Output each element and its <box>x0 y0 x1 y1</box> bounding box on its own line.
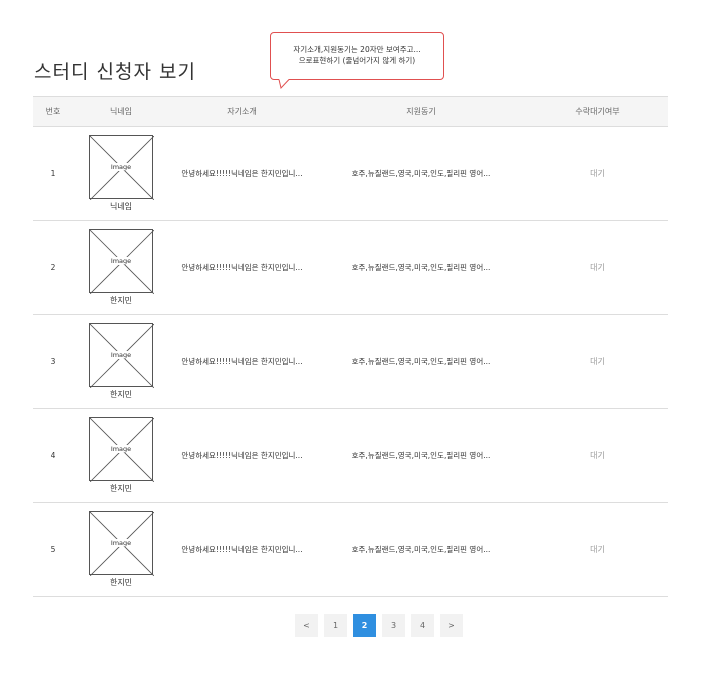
pagination: < 1 2 3 4 > <box>295 614 463 637</box>
motive-cell: 호주,뉴질랜드,영국,미국,인도,필리핀 영어... <box>351 263 491 272</box>
page-button-2[interactable]: 2 <box>353 614 376 637</box>
status-cell: 대기 <box>527 315 668 409</box>
status-badge: 대기 <box>590 451 605 460</box>
status-cell: 대기 <box>527 127 668 221</box>
table-row[interactable]: 1 Image 닉네임 안녕하세요!!!!!닉네임은 한지민입니... 호주,뉴질랜드,… <box>33 127 668 221</box>
profile-image-placeholder: Image <box>89 229 154 294</box>
row-number: 5 <box>50 545 56 554</box>
row-number: 1 <box>50 169 56 178</box>
profile-image-placeholder: Image <box>89 323 154 388</box>
nickname-text: 한지민 <box>109 578 133 587</box>
nickname-text: 한지민 <box>109 484 133 493</box>
status-badge: 대기 <box>590 357 605 366</box>
table-header-row: 번호 닉네임 자기소개 지원동기 수락대기여부 <box>33 96 668 127</box>
status-cell: 대기 <box>527 221 668 315</box>
page-button-4[interactable]: 4 <box>411 614 434 637</box>
intro-cell: 안녕하세요!!!!!닉네임은 한지민입니... <box>181 169 303 178</box>
nickname-cell: Image 닉네임 <box>73 127 169 221</box>
image-placeholder-label: Image <box>106 163 136 171</box>
intro-cell: 안녕하세요!!!!!닉네임은 한지민입니... <box>181 357 303 366</box>
nickname-cell: Image 한지민 <box>73 503 169 597</box>
table-row[interactable]: 5 Image 한지민 안녕하세요!!!!!닉네임은 한지민입니... 호주,뉴질랜드,… <box>33 503 668 597</box>
intro-cell: 안녕하세요!!!!!닉네임은 한지민입니... <box>181 263 303 272</box>
motive-cell: 호주,뉴질랜드,영국,미국,인도,필리핀 영어... <box>351 357 491 366</box>
nickname-text: 닉네임 <box>109 202 133 211</box>
page-title: 스터디 신청자 보기 <box>34 61 196 83</box>
page-prev-button[interactable]: < <box>295 614 318 637</box>
image-placeholder-label: Image <box>106 257 136 265</box>
header-no: 번호 <box>33 96 73 127</box>
status-badge: 대기 <box>590 263 605 272</box>
callout-tail <box>278 79 290 89</box>
annotation-callout: 자기소개,지원동기는 20자만 보여주고... 으로표현하기 (줄넘어가지 않게… <box>270 32 444 89</box>
status-badge: 대기 <box>590 545 605 554</box>
page-next-button[interactable]: > <box>440 614 463 637</box>
image-placeholder-label: Image <box>106 351 136 359</box>
profile-image-placeholder: Image <box>89 511 154 576</box>
nickname-cell: Image 한지민 <box>73 315 169 409</box>
motive-cell: 호주,뉴질랜드,영국,미국,인도,필리핀 영어... <box>351 451 491 460</box>
profile-image-placeholder: Image <box>89 417 154 482</box>
table-row[interactable]: 3 Image 한지민 안녕하세요!!!!!닉네임은 한지민입니... 호주,뉴질랜드,… <box>33 315 668 409</box>
status-cell: 대기 <box>527 503 668 597</box>
callout-line-2: 으로표현하기 (줄넘어가지 않게 하기) <box>298 56 416 65</box>
applicants-table: 번호 닉네임 자기소개 지원동기 수락대기여부 1 Image 닉네임 안녕하세요!!… <box>33 96 668 597</box>
intro-cell: 안녕하세요!!!!!닉네임은 한지민입니... <box>181 451 303 460</box>
header-status: 수락대기여부 <box>527 96 668 127</box>
profile-image-placeholder: Image <box>89 135 154 200</box>
status-badge: 대기 <box>590 169 605 178</box>
table-row[interactable]: 4 Image 한지민 안녕하세요!!!!!닉네임은 한지민입니... 호주,뉴질랜드,… <box>33 409 668 503</box>
page-button-1[interactable]: 1 <box>324 614 347 637</box>
row-number: 3 <box>50 357 56 366</box>
table-row[interactable]: 2 Image 한지민 안녕하세요!!!!!닉네임은 한지민입니... 호주,뉴질랜드,… <box>33 221 668 315</box>
row-number: 2 <box>50 263 56 272</box>
status-cell: 대기 <box>527 409 668 503</box>
image-placeholder-label: Image <box>106 539 136 547</box>
header-intro: 자기소개 <box>169 96 315 127</box>
page-button-3[interactable]: 3 <box>382 614 405 637</box>
nickname-cell: Image 한지민 <box>73 221 169 315</box>
nickname-cell: Image 한지민 <box>73 409 169 503</box>
nickname-text: 한지민 <box>109 296 133 305</box>
callout-line-1: 자기소개,지원동기는 20자만 보여주고... <box>293 45 421 54</box>
header-motive: 지원동기 <box>315 96 527 127</box>
image-placeholder-label: Image <box>106 445 136 453</box>
row-number: 4 <box>50 451 56 460</box>
motive-cell: 호주,뉴질랜드,영국,미국,인도,필리핀 영어... <box>351 545 491 554</box>
nickname-text: 한지민 <box>109 390 133 399</box>
intro-cell: 안녕하세요!!!!!닉네임은 한지민입니... <box>181 545 303 554</box>
motive-cell: 호주,뉴질랜드,영국,미국,인도,필리핀 영어... <box>351 169 491 178</box>
header-nickname: 닉네임 <box>73 96 169 127</box>
